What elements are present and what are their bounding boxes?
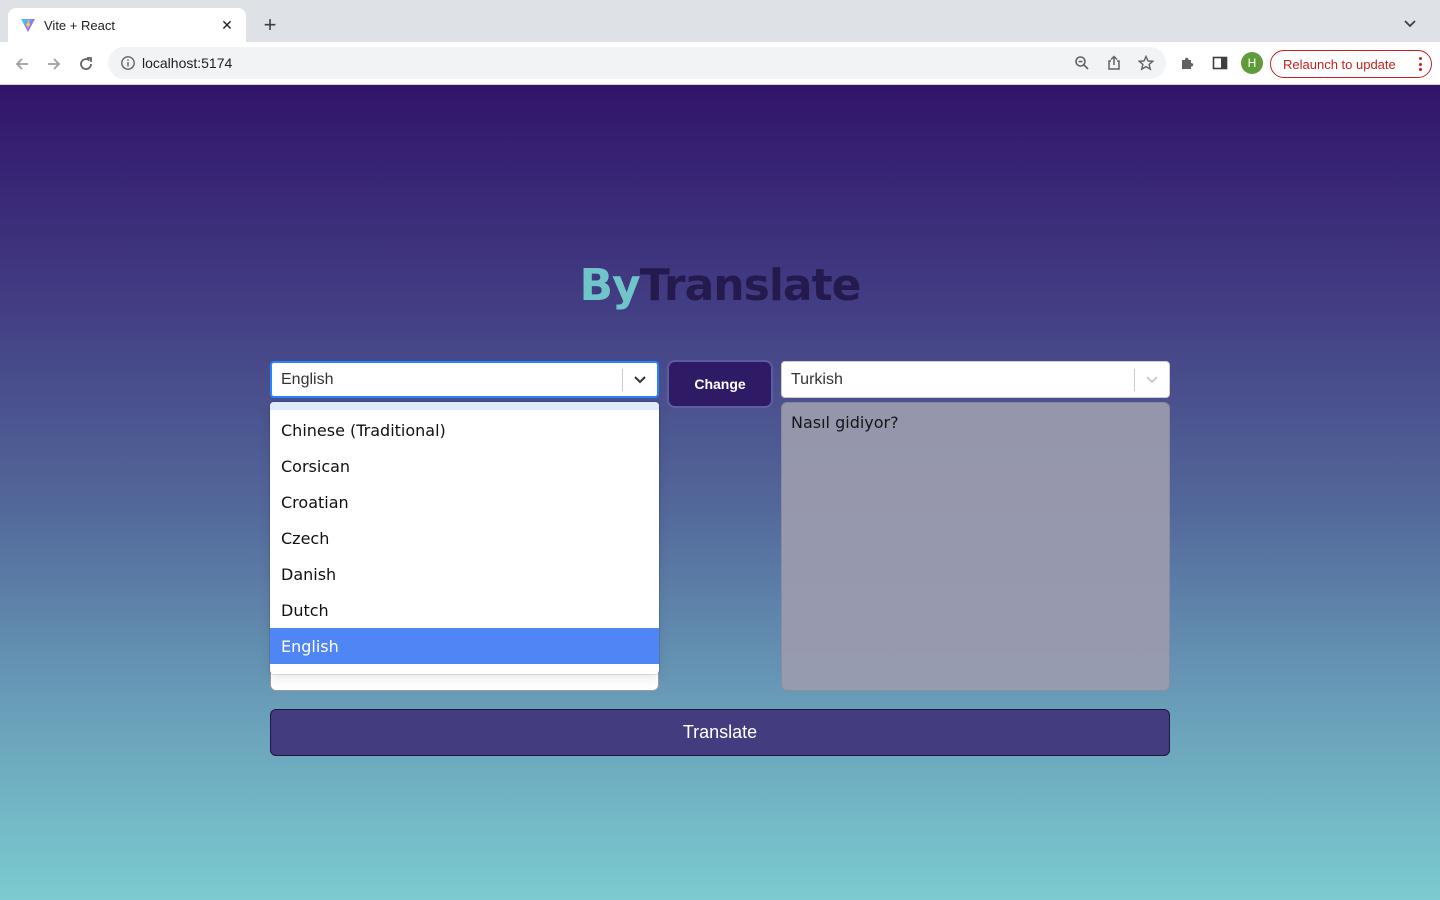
language-option[interactable]: Danish [270,556,659,592]
app-logo-title: ByTranslate [0,260,1440,311]
close-tab-icon[interactable]: ✕ [218,17,236,34]
chevron-down-icon[interactable] [623,363,657,396]
target-language-value: Turkish [791,370,843,388]
translated-text-output: Nasıl gidiyor? [781,402,1170,691]
url-text: localhost:5174 [142,55,233,71]
app-background: ByTranslate English Change Turkish Nasıl… [0,85,1440,900]
change-languages-button[interactable]: Change [669,362,771,406]
language-option[interactable]: Croatian [270,484,659,520]
tab-search-chevron-icon[interactable] [1400,14,1420,34]
side-panel-icon[interactable] [1210,53,1230,73]
brand-suffix: Translate [639,260,862,311]
browser-toolbar: localhost:5174 H Relaunch to update [0,42,1440,85]
language-option[interactable]: Dutch [270,592,659,628]
source-language-select[interactable]: English [270,361,659,398]
browser-tab[interactable]: Vite + React ✕ [8,8,246,42]
reload-icon[interactable] [74,52,98,76]
tab-title: Vite + React [44,17,115,33]
more-options-icon[interactable] [1417,55,1423,73]
share-icon[interactable] [1104,53,1124,73]
forward-arrow-icon[interactable] [42,52,66,76]
source-language-value: English [281,370,334,388]
language-option-selected[interactable]: English [270,628,659,664]
chevron-down-icon[interactable] [1135,362,1169,397]
translate-button[interactable]: Translate [270,709,1170,756]
relaunch-to-update-button[interactable]: Relaunch to update [1270,50,1432,78]
back-arrow-icon[interactable] [10,52,34,76]
vite-logo-icon [20,17,36,33]
language-option[interactable]: Chinese (Traditional) [270,412,659,448]
language-option[interactable]: Corsican [270,448,659,484]
tab-strip: Vite + React ✕ + [0,0,1440,42]
zoom-icon[interactable] [1072,53,1092,73]
brand-prefix: By [579,260,641,311]
new-tab-button[interactable]: + [258,13,282,37]
language-option[interactable]: Czech [270,520,659,556]
source-language-dropdown-menu: Chinese (Traditional) Corsican Croatian … [270,402,659,674]
address-bar[interactable]: localhost:5174 [108,47,1166,79]
language-option-partial[interactable] [270,664,659,674]
language-options-list: Chinese (Traditional) Corsican Croatian … [270,408,659,674]
target-language-select[interactable]: Turkish [781,361,1170,398]
bookmark-star-icon[interactable] [1136,53,1156,73]
relaunch-label: Relaunch to update [1283,56,1396,72]
site-info-icon[interactable] [120,55,136,71]
extensions-puzzle-icon[interactable] [1178,53,1198,73]
profile-avatar[interactable]: H [1241,52,1263,74]
